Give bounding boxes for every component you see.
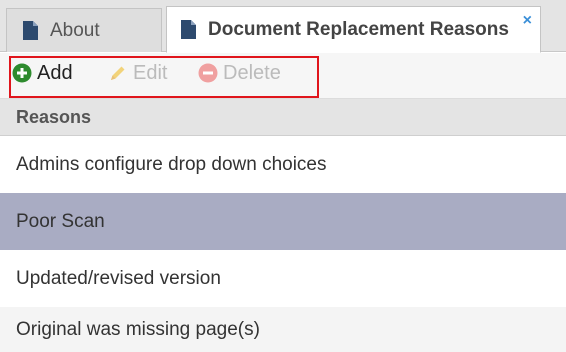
pencil-icon	[111, 66, 125, 80]
tab-about[interactable]: About	[6, 8, 162, 52]
document-icon	[23, 21, 38, 40]
row-text: Admins configure drop down choices	[16, 153, 327, 175]
tab-strip: About Document Replacement Reasons ×	[0, 0, 566, 53]
table-row[interactable]: Original was missing page(s)	[0, 307, 566, 352]
add-button[interactable]: Add	[12, 61, 73, 85]
minus-circle-icon	[198, 63, 218, 83]
edit-button[interactable]: Edit	[108, 61, 167, 85]
column-header-label: Reasons	[16, 106, 92, 127]
delete-button[interactable]: Delete	[198, 61, 281, 85]
tab-about-label: About	[50, 19, 100, 41]
toolbar: Add Edit Delete	[0, 53, 566, 99]
table-row[interactable]: Admins configure drop down choices	[0, 136, 566, 193]
delete-label: Delete	[223, 61, 281, 84]
tab-document-replacement-reasons-label: Document Replacement Reasons	[208, 18, 509, 40]
row-text: Updated/revised version	[16, 267, 221, 289]
document-icon	[181, 20, 196, 39]
table-row-selected[interactable]: Poor Scan	[0, 193, 566, 250]
close-icon[interactable]: ×	[523, 12, 532, 30]
add-label: Add	[37, 61, 73, 84]
row-text: Poor Scan	[16, 210, 105, 232]
column-header-reasons[interactable]: Reasons	[0, 99, 566, 136]
tab-document-replacement-reasons[interactable]: Document Replacement Reasons ×	[166, 6, 541, 53]
row-text: Original was missing page(s)	[16, 318, 260, 340]
edit-label: Edit	[133, 61, 168, 84]
table-row[interactable]: Updated/revised version	[0, 250, 566, 307]
plus-circle-icon	[12, 63, 32, 83]
